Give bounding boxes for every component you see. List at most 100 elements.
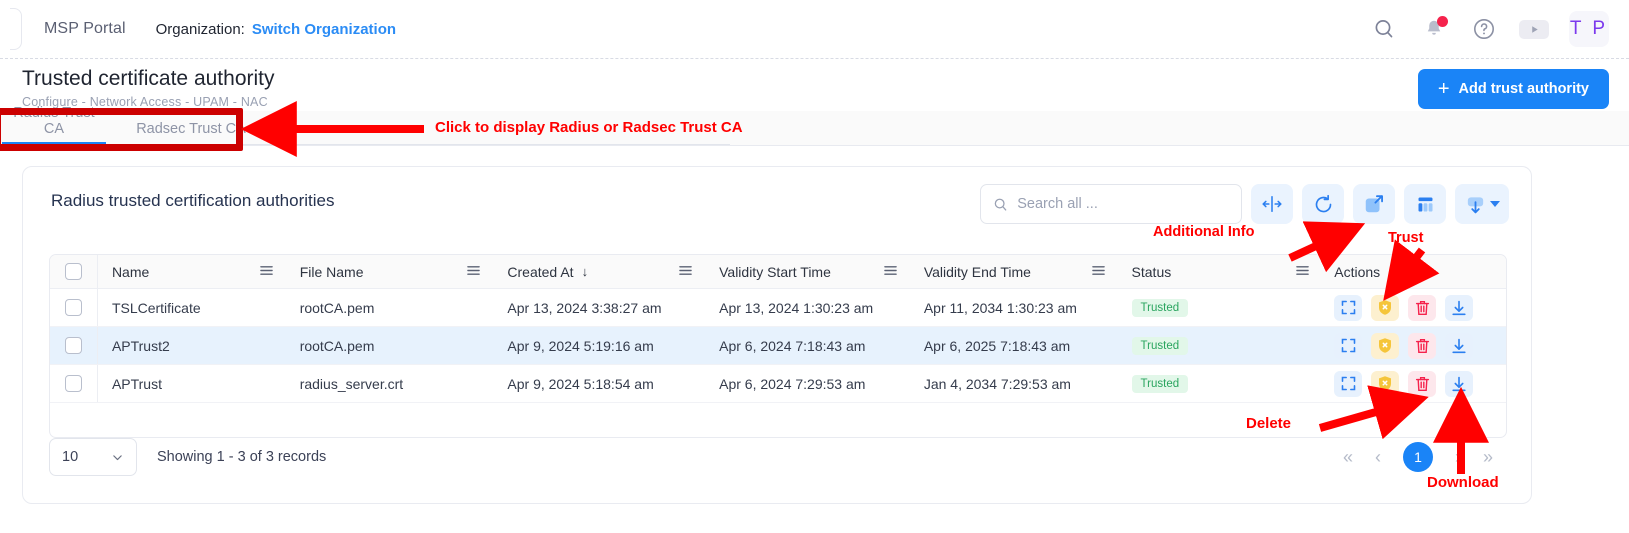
- tab-underline: [110, 144, 730, 145]
- cell-name: APTrust2: [98, 327, 286, 364]
- select-all-checkbox[interactable]: [65, 263, 82, 280]
- row-checkbox[interactable]: [65, 299, 82, 316]
- cell-name: TSLCertificate: [98, 289, 286, 326]
- column-header-validity-start-time[interactable]: Validity Start Time: [705, 255, 910, 288]
- sort-descending-icon[interactable]: ↓: [582, 264, 589, 279]
- cell-file-name: rootCA.pem: [286, 289, 494, 326]
- download-icon[interactable]: [1445, 295, 1473, 321]
- add-trust-authority-button[interactable]: + Add trust authority: [1418, 69, 1609, 109]
- bell-icon[interactable]: [1419, 14, 1449, 44]
- column-header-status[interactable]: Status: [1118, 255, 1323, 288]
- avatar[interactable]: T P: [1569, 11, 1609, 47]
- tab-bar: Radius Trust CA Radsec Trust CA: [0, 111, 1629, 146]
- download-icon[interactable]: [1455, 184, 1509, 224]
- cell-file-name: rootCA.pem: [286, 327, 494, 364]
- table-header-row: Name File Name Cre: [50, 255, 1506, 289]
- cell-actions: [1322, 289, 1506, 326]
- cell-actions: [1322, 365, 1506, 402]
- video-play-icon[interactable]: [1519, 20, 1549, 39]
- pagination-first[interactable]: «: [1343, 447, 1353, 468]
- pagination-page-1[interactable]: 1: [1403, 442, 1433, 472]
- additional-info-icon[interactable]: [1334, 333, 1362, 359]
- column-header-created-at[interactable]: Created At ↓: [493, 255, 705, 288]
- pagination-next[interactable]: ›: [1455, 447, 1461, 468]
- hamburger-menu-icon[interactable]: [678, 264, 693, 280]
- column-label: Validity Start Time: [719, 264, 831, 280]
- cell-status: Trusted: [1118, 327, 1323, 364]
- pagination-last[interactable]: »: [1483, 447, 1493, 468]
- top-bar-right: T P: [1369, 11, 1629, 47]
- cell-name: APTrust: [98, 365, 286, 402]
- table-row[interactable]: TSLCertificate rootCA.pem Apr 13, 2024 3…: [50, 289, 1506, 327]
- table-row[interactable]: APTrust2 rootCA.pem Apr 9, 2024 5:19:16 …: [50, 327, 1506, 365]
- select-all-header: [50, 255, 98, 288]
- switch-organization-link[interactable]: Switch Organization: [252, 21, 396, 38]
- download-icon[interactable]: [1445, 371, 1473, 397]
- cell-validity-start: Apr 6, 2024 7:18:43 am: [705, 327, 910, 364]
- search-box[interactable]: [980, 184, 1242, 224]
- column-label: File Name: [300, 264, 364, 280]
- row-checkbox[interactable]: [65, 337, 82, 354]
- table-toolbar: [980, 184, 1509, 224]
- annotation-click-tabs: Click to display Radius or Radsec Trust …: [435, 119, 743, 136]
- column-header-actions: Actions: [1322, 255, 1506, 288]
- records-summary: Showing 1 - 3 of 3 records: [157, 449, 326, 465]
- status-badge: Trusted: [1132, 299, 1189, 317]
- search-input[interactable]: [1017, 196, 1229, 212]
- cell-status: Trusted: [1118, 365, 1323, 402]
- column-header-name[interactable]: Name: [98, 255, 286, 288]
- page-size-select[interactable]: 10: [49, 438, 137, 476]
- card-title: Radius trusted certification authorities: [51, 191, 334, 211]
- annotation-trust: Trust: [1388, 230, 1423, 246]
- row-checkbox[interactable]: [65, 375, 82, 392]
- tab-list: Radius Trust CA Radsec Trust CA: [0, 111, 1629, 145]
- pagination-prev[interactable]: ‹: [1375, 447, 1381, 468]
- column-header-file-name[interactable]: File Name: [286, 255, 494, 288]
- row-select-cell: [50, 365, 98, 402]
- hamburger-menu-icon[interactable]: [883, 264, 898, 280]
- hamburger-menu-icon[interactable]: [1295, 264, 1310, 280]
- column-header-validity-end-time[interactable]: Validity End Time: [910, 255, 1118, 288]
- delete-icon[interactable]: [1408, 333, 1436, 359]
- annotation-download: Download: [1427, 474, 1499, 491]
- sidebar-collapsed-rail[interactable]: [10, 8, 22, 50]
- row-select-cell: [50, 327, 98, 364]
- expand-external-icon[interactable]: [1353, 184, 1395, 224]
- help-circle-icon[interactable]: [1469, 14, 1499, 44]
- cell-validity-start: Apr 6, 2024 7:29:53 am: [705, 365, 910, 402]
- fit-columns-icon[interactable]: [1251, 184, 1293, 224]
- trust-shield-icon[interactable]: [1371, 371, 1399, 397]
- tab-radsec-trust-ca[interactable]: Radsec Trust CA: [132, 121, 250, 145]
- chevron-down-icon: [111, 451, 124, 464]
- trust-shield-icon[interactable]: [1371, 333, 1399, 359]
- download-icon[interactable]: [1445, 333, 1473, 359]
- columns-icon[interactable]: [1404, 184, 1446, 224]
- chevron-down-icon[interactable]: [1490, 201, 1500, 207]
- pagination: « ‹ 1 › »: [1343, 442, 1509, 472]
- delete-icon[interactable]: [1408, 371, 1436, 397]
- table-row[interactable]: APTrust radius_server.crt Apr 9, 2024 5:…: [50, 365, 1506, 403]
- msp-portal-label: MSP Portal: [44, 20, 126, 38]
- cell-file-name: radius_server.crt: [286, 365, 494, 402]
- cell-created-at: Apr 9, 2024 5:19:16 am: [493, 327, 705, 364]
- hamburger-menu-icon[interactable]: [466, 264, 481, 280]
- trust-shield-icon[interactable]: [1371, 295, 1399, 321]
- hamburger-menu-icon[interactable]: [259, 264, 274, 280]
- column-label: Status: [1132, 264, 1172, 280]
- tab-radius-trust-ca[interactable]: Radius Trust CA: [6, 105, 102, 145]
- notification-dot: [1437, 16, 1448, 27]
- refresh-icon[interactable]: [1302, 184, 1344, 224]
- additional-info-icon[interactable]: [1334, 295, 1362, 321]
- page-size-value: 10: [62, 449, 78, 465]
- column-label: Created At: [507, 264, 573, 280]
- app-page: MSP Portal Organization: Switch Organiza…: [0, 0, 1629, 533]
- row-select-cell: [50, 289, 98, 326]
- hamburger-menu-icon[interactable]: [1091, 264, 1106, 280]
- delete-icon[interactable]: [1408, 295, 1436, 321]
- column-label: Validity End Time: [924, 264, 1031, 280]
- cell-actions: [1322, 327, 1506, 364]
- additional-info-icon[interactable]: [1334, 371, 1362, 397]
- status-badge: Trusted: [1132, 375, 1189, 393]
- search-icon[interactable]: [1369, 14, 1399, 44]
- plus-icon: +: [1438, 79, 1450, 99]
